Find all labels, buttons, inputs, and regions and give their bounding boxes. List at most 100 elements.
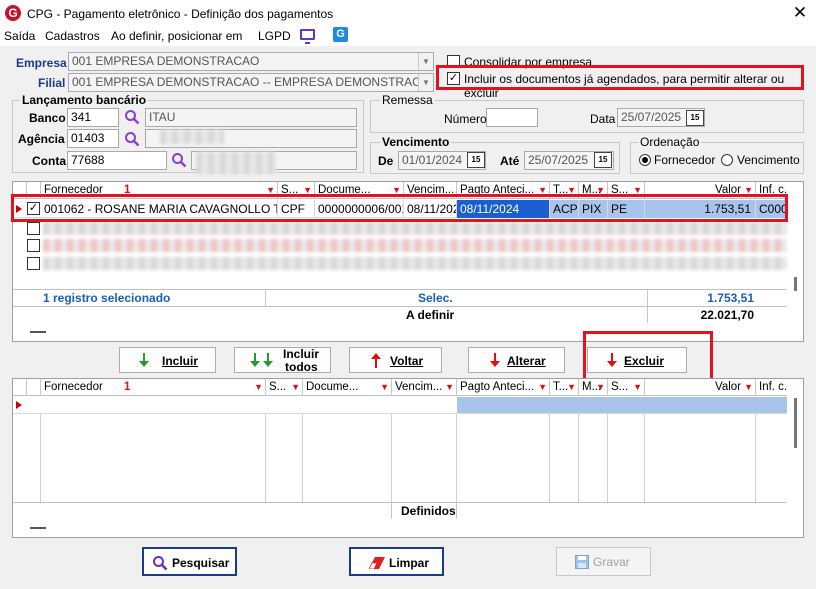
filter-icon: ▼ xyxy=(445,382,454,392)
numero-label: Número xyxy=(444,112,487,126)
scrollbar-thumb[interactable] xyxy=(794,398,797,448)
grid-splitter[interactable] xyxy=(30,527,46,529)
arrow-down-red-icon xyxy=(490,353,500,367)
eraser-icon xyxy=(369,557,385,569)
selec-label: Selec. xyxy=(418,291,453,305)
selec-value: 1.753,51 xyxy=(707,291,754,305)
row-checkbox[interactable] xyxy=(27,257,40,270)
row-checkbox[interactable] xyxy=(27,239,40,252)
fornecedor-radio[interactable] xyxy=(639,154,651,166)
fornecedor-radio-label: Fornecedor xyxy=(654,153,716,167)
app-logo-icon: G xyxy=(5,5,21,21)
search-icon[interactable] xyxy=(124,131,140,147)
empresa-value: 001 EMPRESA DEMONSTRACAO xyxy=(72,54,260,68)
lancamento-title: Lançamento bancário xyxy=(20,93,149,107)
menu-cadastros[interactable]: Cadastros xyxy=(45,29,100,43)
chevron-down-icon[interactable]: ▼ xyxy=(418,53,433,70)
incluir-button[interactable]: Incluir xyxy=(119,347,216,373)
header-documento[interactable]: Docume... ▼ xyxy=(303,379,392,396)
numero-input[interactable] xyxy=(486,108,538,127)
search-icon[interactable] xyxy=(124,109,140,125)
definidos-footer: Definidos xyxy=(13,502,787,519)
filter-icon: ▼ xyxy=(254,382,263,392)
remessa-group xyxy=(370,100,804,133)
filter-icon: ▼ xyxy=(567,382,576,392)
redacted-conta xyxy=(196,152,276,174)
agencia-input[interactable]: 01403 xyxy=(67,129,119,148)
filter-icon: ▼ xyxy=(380,382,389,392)
calendar-icon[interactable]: 15 xyxy=(686,110,704,126)
close-icon[interactable]: ✕ xyxy=(790,3,810,23)
header-pagto[interactable]: Pagto Anteci... ▼ xyxy=(457,379,550,396)
banco-label: Banco xyxy=(29,111,66,125)
header-m[interactable]: M... ▼ xyxy=(579,379,608,396)
filial-select[interactable]: 001 EMPRESA DEMONSTRACAO -- EMPRESA DEMO… xyxy=(68,73,434,92)
app-shortcut-icon[interactable]: G xyxy=(333,27,348,42)
search-icon xyxy=(153,556,168,571)
header-t[interactable]: T... ▼ xyxy=(550,379,579,396)
menu-saida[interactable]: Saída xyxy=(4,29,35,43)
empresa-select[interactable]: 001 EMPRESA DEMONSTRACAO xyxy=(68,52,434,71)
adefinir-label: A definir xyxy=(406,308,455,322)
definidos-label: Definidos xyxy=(401,504,456,518)
filter-icon: ▼ xyxy=(538,382,547,392)
adefinir-value: 22.021,70 xyxy=(700,308,754,322)
data-label: Data xyxy=(590,112,616,126)
pesquisar-button[interactable]: Pesquisar xyxy=(142,547,237,576)
vencimento-radio[interactable] xyxy=(721,154,733,166)
filial-value: 001 EMPRESA DEMONSTRACAO -- EMPRESA DEMO… xyxy=(72,75,434,89)
window-title: CPG - Pagamento eletrônico - Definição d… xyxy=(27,7,334,21)
header-s2[interactable]: S... ▼ xyxy=(608,379,645,396)
voltar-button[interactable]: Voltar xyxy=(349,347,442,373)
chevron-down-icon[interactable]: ▼ xyxy=(418,74,433,91)
empresa-label: Empresa xyxy=(16,56,67,70)
summary-row: 1 registro selecionado Selec. 1.753,51 xyxy=(13,289,787,306)
header-vencimento[interactable]: Vencim... ▼ xyxy=(392,379,457,396)
gravar-button[interactable]: Gravar xyxy=(556,547,651,576)
remessa-title: Remessa xyxy=(380,93,435,107)
redacted-agencia xyxy=(160,130,224,144)
ordenacao-title: Ordenação xyxy=(638,135,702,149)
filter-icon: ▼ xyxy=(744,382,753,392)
bottom-grid-body xyxy=(13,414,787,502)
highlight-box-excluir xyxy=(583,331,713,385)
redacted-rows xyxy=(13,219,787,273)
selected-count: 1 registro selecionado xyxy=(43,291,171,305)
filter-icon: ▼ xyxy=(596,382,605,392)
table-row[interactable] xyxy=(13,397,787,414)
menu-ao-definir[interactable]: Ao definir, posicionar em xyxy=(111,29,242,43)
scrollbar-thumb[interactable] xyxy=(794,277,797,291)
calendar-icon[interactable]: 15 xyxy=(594,152,612,168)
row-pointer-icon xyxy=(16,401,22,409)
header-valor[interactable]: Valor ▼ xyxy=(645,379,756,396)
row-checkbox[interactable] xyxy=(27,222,40,235)
header-inf[interactable]: Inf. c... xyxy=(756,379,787,396)
banco-input[interactable]: 341 xyxy=(67,108,119,127)
filter-icon: ▼ xyxy=(291,382,300,392)
agencia-label: Agência xyxy=(18,132,65,146)
conta-input[interactable]: 77688 xyxy=(67,151,167,170)
search-icon[interactable] xyxy=(171,152,187,168)
alterar-button[interactable]: Alterar xyxy=(468,347,565,373)
filter-icon: ▼ xyxy=(633,382,642,392)
grid-splitter[interactable] xyxy=(30,331,46,333)
vencimento-title: Vencimento xyxy=(380,135,452,149)
highlight-box-incluir xyxy=(436,65,804,90)
save-icon xyxy=(575,555,589,569)
monitor-icon[interactable] xyxy=(300,29,315,44)
menu-lgpd[interactable]: LGPD xyxy=(258,29,291,43)
highlight-box-row xyxy=(11,194,788,222)
vencimento-radio-label: Vencimento xyxy=(737,153,800,167)
limpar-button[interactable]: Limpar xyxy=(349,547,444,576)
filial-label: Filial xyxy=(38,76,66,90)
de-label: De xyxy=(378,154,394,168)
arrow-up-red-icon xyxy=(371,353,381,368)
header-fornecedor[interactable]: Fornecedor 1 ▼ xyxy=(41,379,266,396)
incluir-todos-button[interactable]: Incluir todos xyxy=(234,347,331,373)
banco-name-field: ITAU xyxy=(145,108,357,127)
arrow-down-green-icon xyxy=(139,353,149,367)
header-s[interactable]: S... ▼ xyxy=(266,379,303,396)
bottom-grid-header: Fornecedor 1 ▼ S... ▼ Docume... ▼ Vencim...… xyxy=(13,379,787,396)
double-arrow-down-green-icon xyxy=(250,353,273,367)
calendar-icon[interactable]: 15 xyxy=(467,152,485,168)
